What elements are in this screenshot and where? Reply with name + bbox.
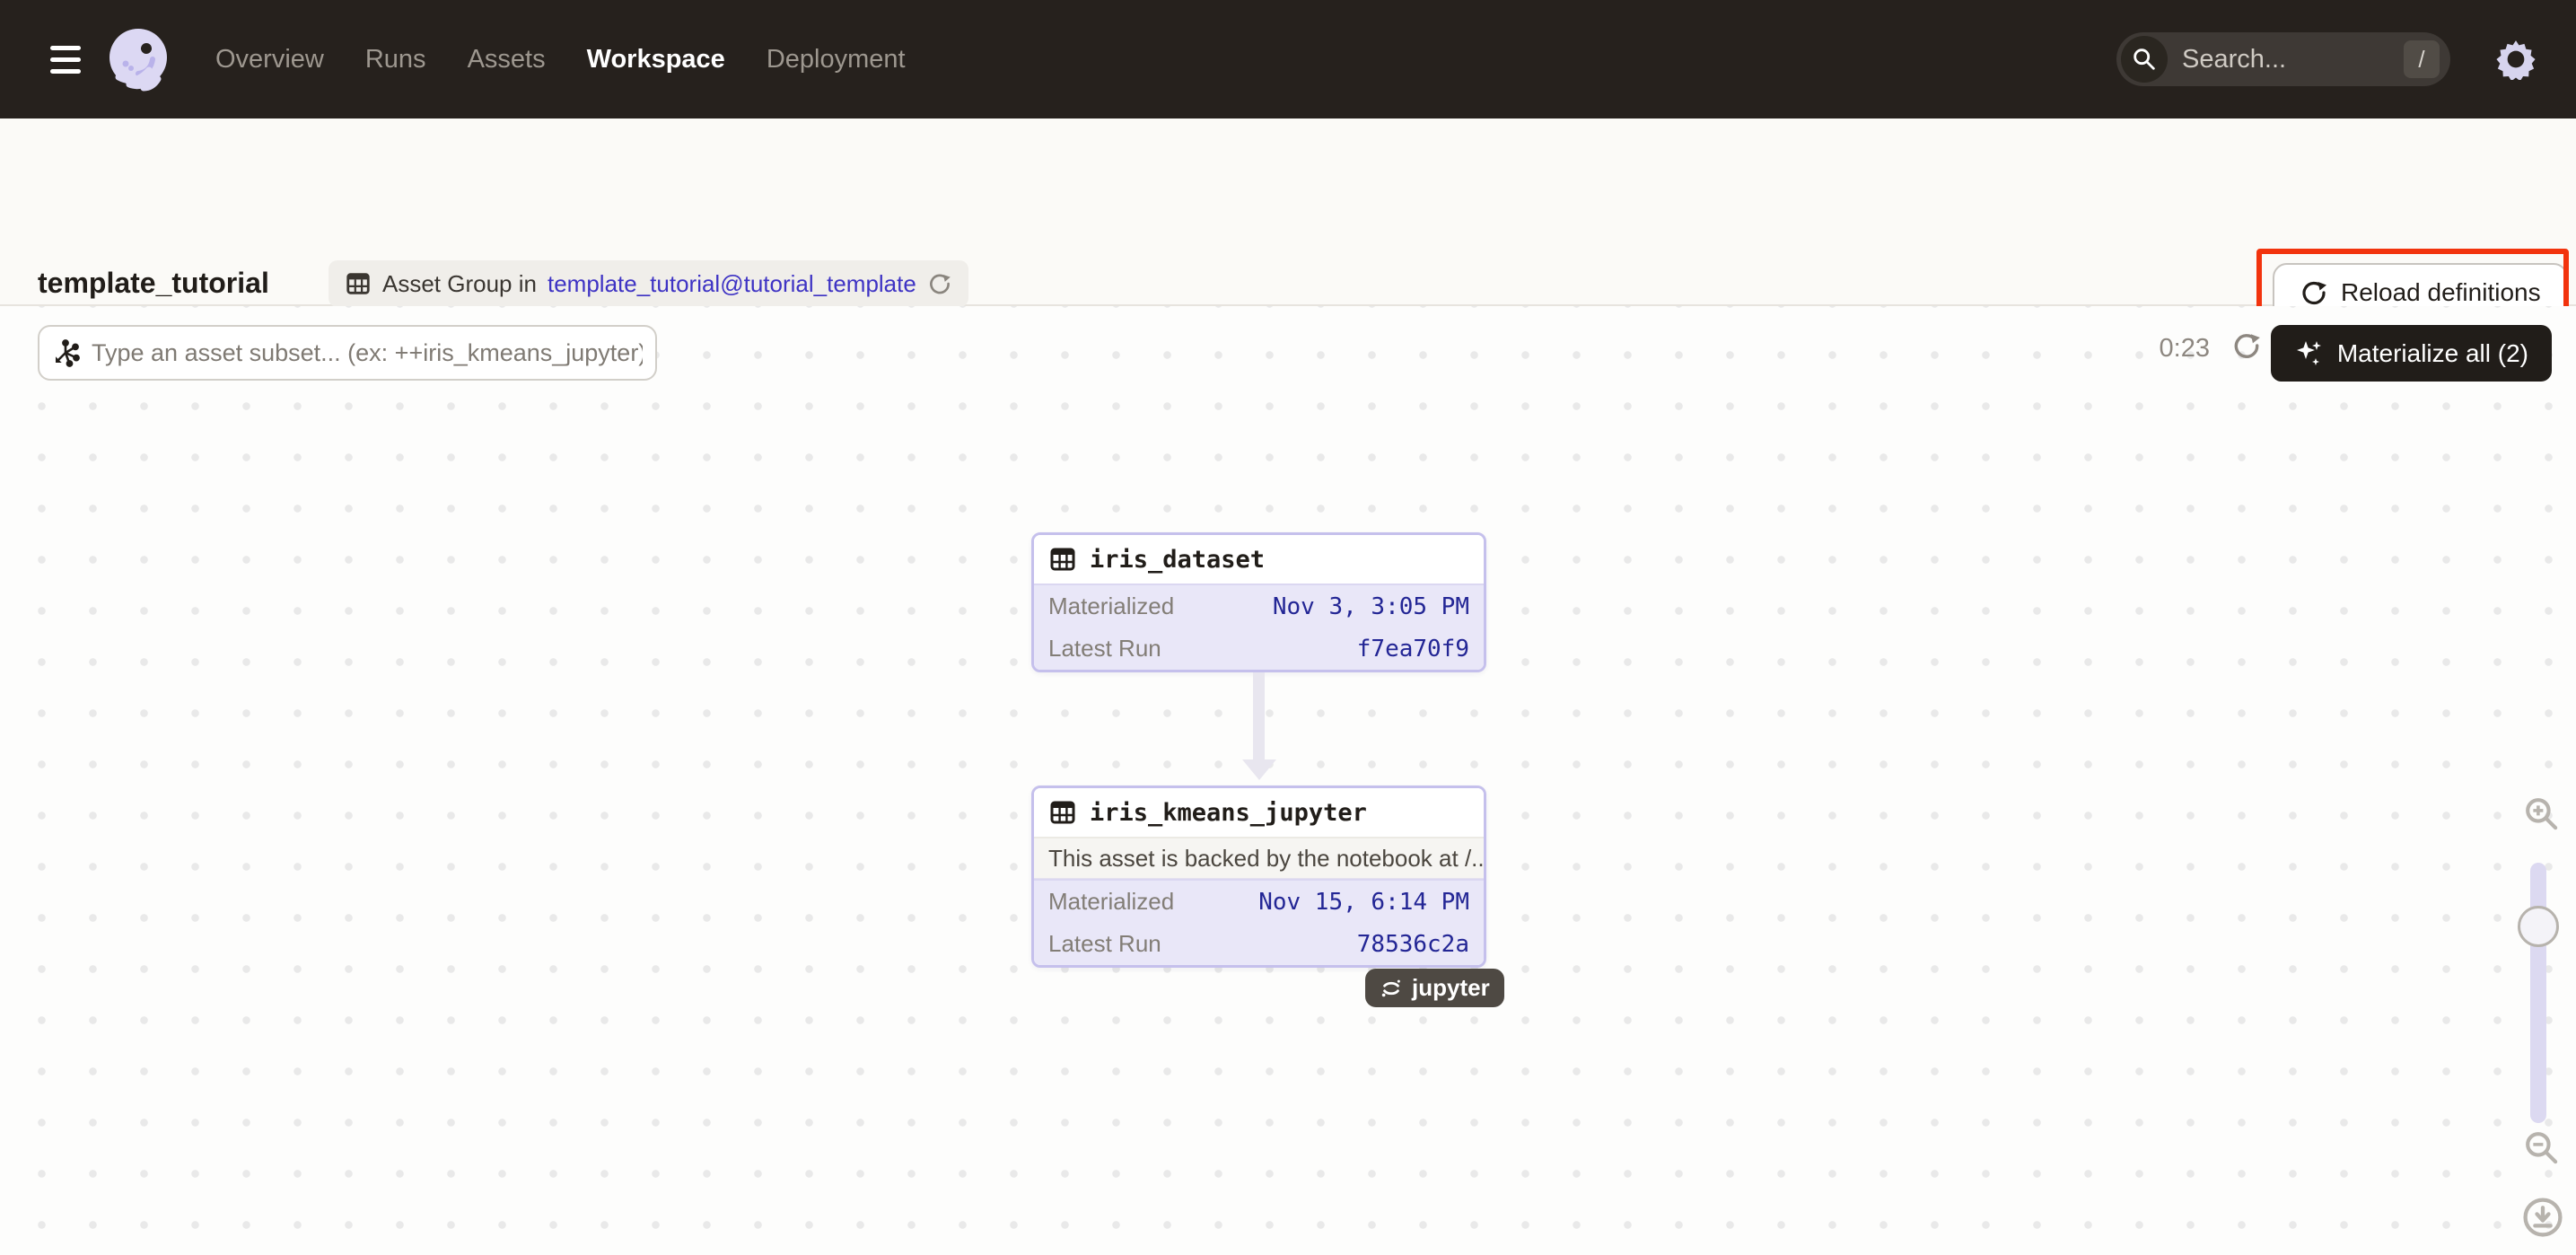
asset-name: iris_dataset (1090, 546, 1265, 574)
asset-graph-icon (52, 338, 81, 367)
table-icon (1048, 798, 1077, 827)
zoom-in-icon[interactable] (2522, 794, 2562, 834)
hamburger-menu-icon[interactable] (50, 46, 81, 74)
asset-node-header: iris_kmeans_jupyter (1034, 788, 1484, 837)
row-label: Latest Run (1048, 635, 1161, 663)
reload-definitions-label: Reload definitions (2341, 278, 2541, 307)
zoom-slider-track[interactable] (2530, 863, 2546, 1123)
zoom-slider-handle[interactable] (2518, 906, 2559, 947)
materialized-timestamp-link[interactable]: Nov 3, 3:05 PM (1273, 593, 1469, 620)
nav-item-assets[interactable]: Assets (468, 45, 546, 75)
lineage-edge (1253, 672, 1265, 760)
page-header: template_tutorial Asset Group in templat… (0, 118, 2576, 306)
navbar-right: Search... / (2116, 32, 2537, 86)
table-icon (345, 270, 372, 297)
nav-item-runs[interactable]: Runs (365, 45, 426, 75)
dagster-logo-icon[interactable] (104, 25, 172, 93)
compute-kind-tag-jupyter[interactable]: jupyter (1365, 969, 1504, 1007)
global-search-input[interactable]: Search... / (2116, 32, 2450, 86)
asset-subset-input[interactable] (92, 339, 643, 367)
materialized-row: Materialized Nov 15, 6:14 PM (1034, 881, 1484, 923)
run-id-link[interactable]: 78536c2a (1357, 931, 1469, 958)
materialized-row: Materialized Nov 3, 3:05 PM (1034, 585, 1484, 628)
asset-node-iris-kmeans-jupyter[interactable]: iris_kmeans_jupyter This asset is backed… (1031, 785, 1486, 968)
asset-group-tag: Asset Group in template_tutorial@tutoria… (329, 260, 968, 307)
lineage-edge-arrowhead (1242, 759, 1276, 780)
row-label: Materialized (1048, 592, 1174, 620)
nav-item-deployment[interactable]: Deployment (767, 45, 906, 75)
refresh-icon[interactable] (927, 271, 952, 296)
download-image-icon[interactable] (2522, 1197, 2563, 1238)
row-label: Materialized (1048, 888, 1174, 916)
asset-group-prefix: Asset Group in (382, 270, 537, 298)
row-label: Latest Run (1048, 930, 1161, 958)
latest-run-row: Latest Run f7ea70f9 (1034, 628, 1484, 670)
top-navbar: Overview Runs Assets Workspace Deploymen… (0, 0, 2576, 118)
nav-item-overview[interactable]: Overview (215, 45, 324, 75)
lineage-canvas[interactable]: 0:23 Materialize all (2) iris_dataset Ma… (0, 306, 2576, 1255)
jupyter-icon (1380, 977, 1403, 1000)
materialize-all-button[interactable]: Materialize all (2) (2271, 325, 2552, 382)
run-id-link[interactable]: f7ea70f9 (1357, 636, 1469, 663)
canvas-controls (2515, 306, 2569, 1255)
materialize-all-label: Materialize all (2) (2337, 339, 2528, 368)
asset-node-header: iris_dataset (1034, 535, 1484, 584)
latest-run-row: Latest Run 78536c2a (1034, 923, 1484, 965)
asset-subset-filter[interactable] (38, 325, 657, 381)
search-icon (2121, 36, 2168, 83)
refresh-graph-icon[interactable] (2231, 330, 2262, 361)
search-placeholder: Search... (2182, 45, 2286, 75)
gear-icon[interactable] (2495, 39, 2537, 80)
search-shortcut-badge: / (2404, 40, 2440, 78)
asset-node-iris-dataset[interactable]: iris_dataset Materialized Nov 3, 3:05 PM… (1031, 532, 1486, 672)
refresh-countdown: 0:23 (2160, 334, 2210, 364)
asset-node-body: Materialized Nov 3, 3:05 PM Latest Run f… (1034, 584, 1484, 670)
asset-name: iris_kmeans_jupyter (1090, 799, 1367, 827)
reload-icon (2300, 278, 2328, 307)
table-icon (1048, 545, 1077, 574)
nav-item-workspace[interactable]: Workspace (587, 45, 725, 75)
sparkles-icon (2294, 338, 2325, 369)
asset-node-body: Materialized Nov 15, 6:14 PM Latest Run … (1034, 879, 1484, 965)
zoom-out-icon[interactable] (2522, 1128, 2562, 1168)
asset-description: This asset is backed by the notebook at … (1034, 837, 1484, 879)
asset-group-link[interactable]: template_tutorial@tutorial_template (548, 270, 916, 298)
materialized-timestamp-link[interactable]: Nov 15, 6:14 PM (1258, 889, 1469, 916)
page-title: template_tutorial (38, 267, 269, 300)
compute-kind-tag-label: jupyter (1412, 974, 1490, 1002)
primary-nav: Overview Runs Assets Workspace Deploymen… (215, 45, 906, 75)
